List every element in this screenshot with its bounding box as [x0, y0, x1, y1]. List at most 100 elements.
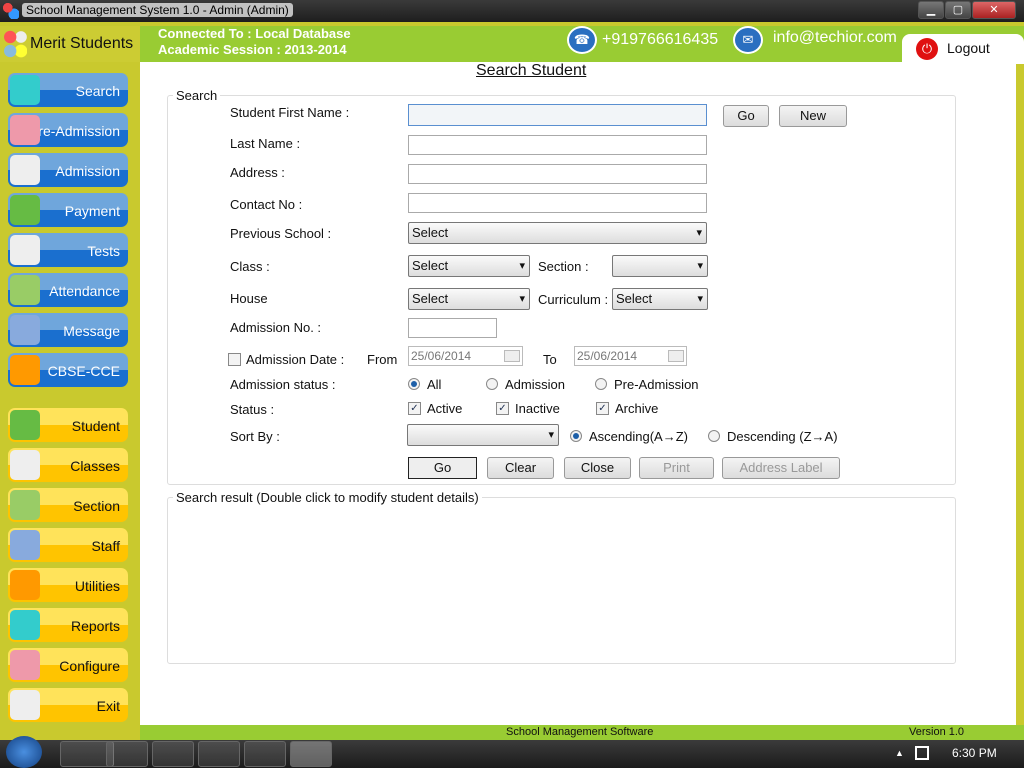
sidebar-item-cbse-cce[interactable]: CBSE-CCE: [8, 353, 128, 387]
radio-all[interactable]: [408, 378, 420, 390]
app-name: Merit Students: [30, 35, 134, 52]
footer-title: School Management Software: [506, 726, 654, 738]
new-button[interactable]: New: [779, 105, 847, 127]
admission-date-checkbox[interactable]: [228, 353, 241, 366]
logout-button[interactable]: ⏻ Logout: [902, 34, 1024, 64]
gear-icon: [10, 650, 40, 680]
curriculum-label: Curriculum :: [538, 292, 609, 307]
sidebar-item-label: Tests: [87, 243, 120, 259]
print-button[interactable]: Print: [639, 457, 714, 479]
previous-school-select[interactable]: Select: [408, 222, 707, 244]
taskbar: ▲ 6:30 PM: [0, 736, 1024, 768]
sidebar-item-tests[interactable]: Tests: [8, 233, 128, 267]
sidebar-item-configure[interactable]: Configure: [8, 648, 128, 682]
admission-no-label: Admission No. :: [230, 320, 322, 335]
inactive-checkbox[interactable]: ✓: [496, 402, 509, 415]
from-label: From: [367, 352, 398, 367]
attendance-icon: [10, 275, 40, 305]
from-date-value: 25/06/2014: [411, 349, 472, 363]
curriculum-select[interactable]: Select: [612, 288, 708, 310]
sidebar-item-exit[interactable]: Exit: [8, 688, 128, 722]
sidebar-item-label: Classes: [70, 458, 120, 474]
group-icon: [10, 490, 40, 520]
sidebar-item-student[interactable]: Student: [8, 408, 128, 442]
sidebar-item-pre-admission[interactable]: Pre-Admission: [8, 113, 128, 147]
ascending-label: Ascending(A→Z): [589, 429, 688, 444]
archive-checkbox[interactable]: ✓: [596, 402, 609, 415]
taskbar-excel-icon[interactable]: [244, 741, 286, 767]
staff-icon: [10, 530, 40, 560]
power-icon: ⏻: [916, 38, 938, 60]
address-label-button[interactable]: Address Label: [722, 457, 840, 479]
address-label: Address :: [230, 165, 285, 180]
calendar-icon: [668, 350, 684, 362]
active-checkbox[interactable]: ✓: [408, 402, 421, 415]
close-button[interactable]: ✕: [972, 1, 1016, 19]
previous-school-label: Previous School :: [230, 226, 332, 241]
radio-admission-label: Admission: [505, 377, 565, 392]
tray-arrow-icon[interactable]: ▲: [895, 748, 904, 758]
sidebar-item-label: Student: [71, 418, 120, 434]
class-select[interactable]: Select: [408, 255, 530, 277]
start-button[interactable]: [6, 736, 42, 768]
taskbar-chrome-icon[interactable]: [152, 741, 194, 767]
admission-no-input[interactable]: [408, 318, 497, 338]
radio-ascending[interactable]: [570, 430, 582, 442]
calendar-icon: [504, 350, 520, 362]
sidebar-item-search[interactable]: Search: [8, 73, 128, 107]
radio-pre-admission-label: Pre-Admission: [614, 377, 699, 392]
address-input[interactable]: [408, 164, 707, 184]
radio-admission[interactable]: [486, 378, 498, 390]
taskbar-school-app-icon[interactable]: [290, 741, 332, 767]
student-icon: [10, 115, 40, 145]
checklist-icon: [10, 235, 40, 265]
search-legend: Search: [176, 88, 218, 103]
admission-status-label: Admission status :: [230, 377, 336, 392]
radio-descending[interactable]: [708, 430, 720, 442]
mail-icon: [10, 315, 40, 345]
sidebar-item-reports[interactable]: Reports: [8, 608, 128, 642]
document-icon: [10, 450, 40, 480]
logout-label: Logout: [947, 40, 990, 56]
sidebar-item-payment[interactable]: Payment: [8, 193, 128, 227]
taskbar-explorer-icon[interactable]: [106, 741, 148, 767]
first-name-input[interactable]: [408, 104, 707, 126]
exit-door-icon: [10, 690, 40, 720]
sidebar-item-section[interactable]: Section: [8, 488, 128, 522]
sidebar-item-label: Search: [75, 83, 120, 99]
users-icon: [10, 410, 40, 440]
clock[interactable]: 6:30 PM: [952, 746, 997, 760]
section-select[interactable]: [612, 255, 708, 277]
from-date-picker[interactable]: 25/06/2014: [408, 346, 523, 366]
to-date-picker[interactable]: 25/06/2014: [574, 346, 687, 366]
search-icon: [10, 75, 40, 105]
search-result-group[interactable]: Search result (Double click to modify st…: [167, 490, 956, 664]
house-select[interactable]: Select: [408, 288, 530, 310]
form-icon: [10, 155, 40, 185]
status-label: Status :: [230, 402, 275, 417]
maximize-button[interactable]: ▢: [945, 1, 971, 19]
last-name-input[interactable]: [408, 135, 707, 155]
search-go-button[interactable]: Go: [408, 457, 477, 479]
sidebar-item-admission[interactable]: Admission: [8, 153, 128, 187]
status-bar: School Management Software Version 1.0: [140, 725, 1024, 740]
logo-dots-icon: [3, 30, 27, 58]
taskbar-outlook-icon[interactable]: [198, 741, 240, 767]
radio-pre-admission[interactable]: [595, 378, 607, 390]
sidebar-item-classes[interactable]: Classes: [8, 448, 128, 482]
close-form-button[interactable]: Close: [564, 457, 631, 479]
sidebar-item-staff[interactable]: Staff: [8, 528, 128, 562]
sidebar-item-utilities[interactable]: Utilities: [8, 568, 128, 602]
sort-by-select[interactable]: [407, 424, 559, 446]
sidebar-item-attendance[interactable]: Attendance: [8, 273, 128, 307]
section-label: Section :: [538, 259, 589, 274]
minimize-button[interactable]: ▁: [918, 1, 944, 19]
network-icon[interactable]: [915, 746, 929, 760]
active-label: Active: [427, 401, 463, 416]
contact-input[interactable]: [408, 193, 707, 213]
sort-by-label: Sort By :: [230, 429, 280, 444]
sidebar-item-message[interactable]: Message: [8, 313, 128, 347]
sidebar-item-label: Pre-Admission: [28, 123, 120, 139]
clear-button[interactable]: Clear: [487, 457, 554, 479]
go-button[interactable]: Go: [723, 105, 769, 127]
